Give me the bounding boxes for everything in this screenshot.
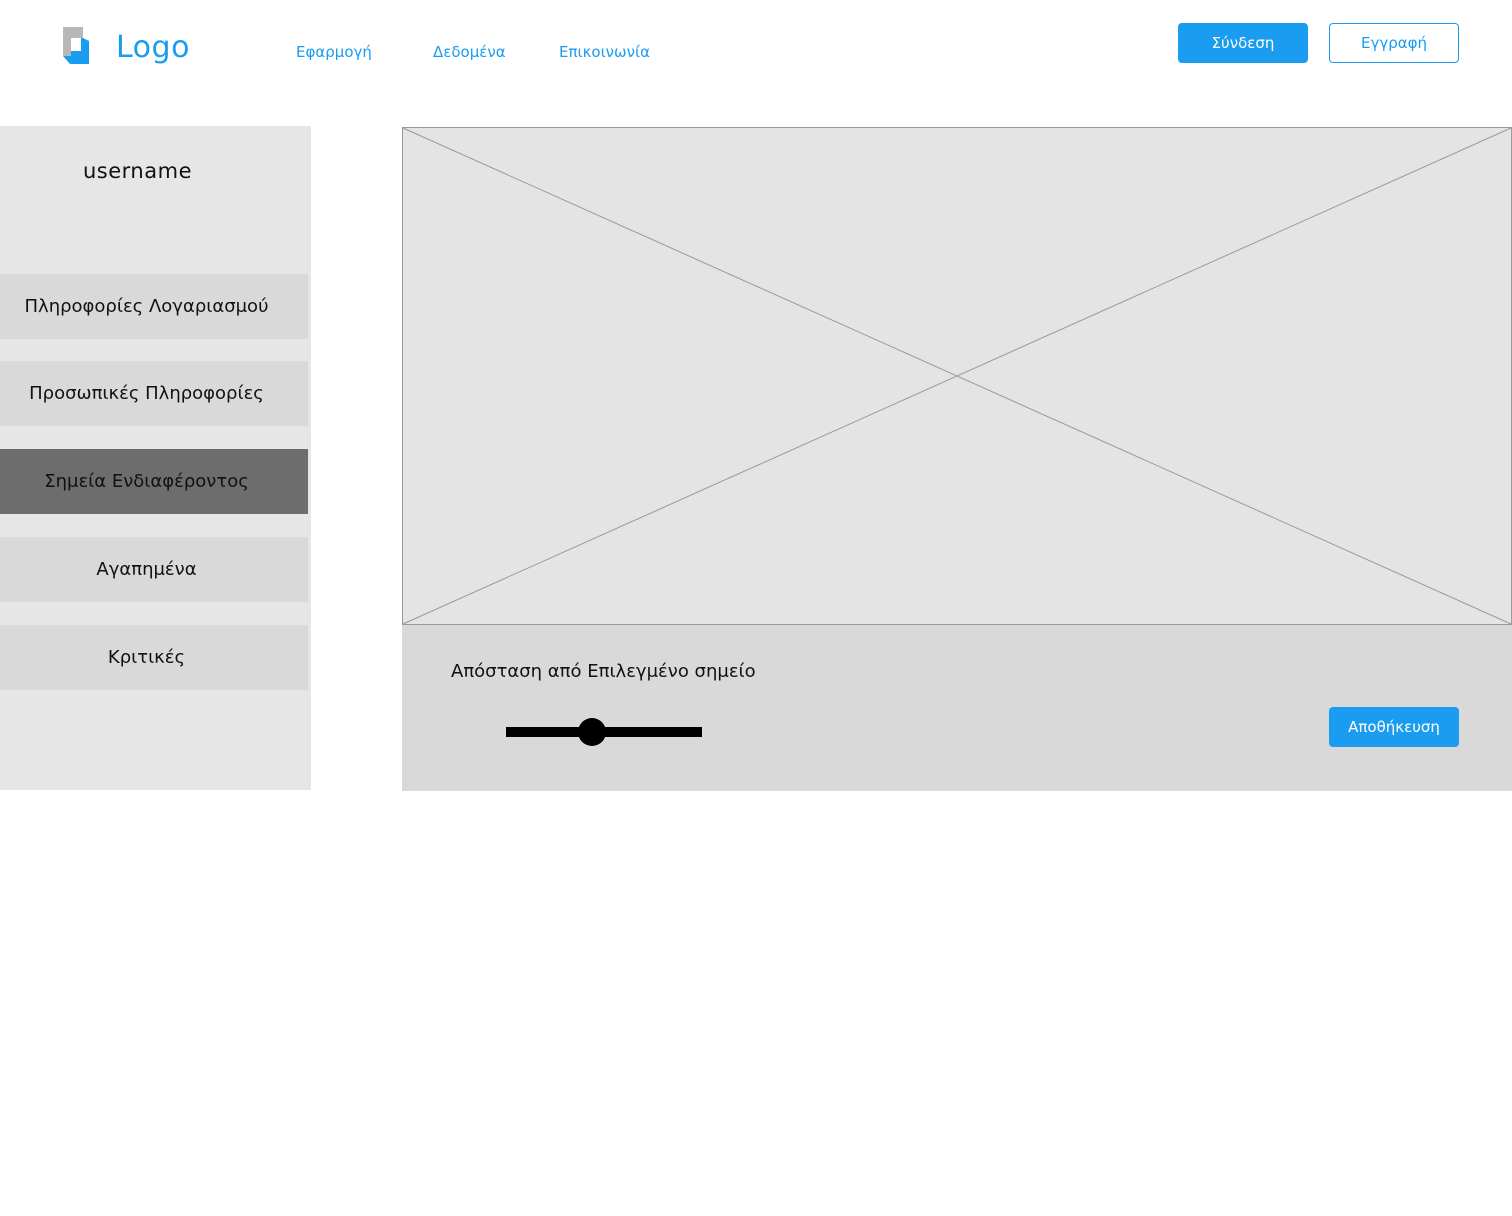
distance-slider[interactable]	[506, 717, 702, 747]
sidebar-item-label: Αγαπημένα	[96, 559, 197, 580]
sidebar-item-label: Πληροφορίες Λογαριασμού	[24, 296, 269, 317]
sidebar-item-points-of-interest[interactable]: Σημεία Ενδιαφέροντος	[0, 449, 308, 514]
sidebar-item-favorites[interactable]: Αγαπημένα	[0, 537, 308, 602]
logo-text[interactable]: Logo	[116, 28, 190, 68]
map-placeholder[interactable]	[402, 127, 1512, 625]
nav-link-application[interactable]: Εφαρμογή	[296, 42, 372, 62]
sidebar-item-label: Κριτικές	[107, 647, 186, 668]
sidebar-item-reviews[interactable]: Κριτικές	[0, 625, 308, 690]
logo-icon[interactable]	[61, 26, 91, 66]
register-button[interactable]: Εγγραφή	[1329, 23, 1459, 63]
slider-thumb[interactable]	[578, 718, 607, 746]
sidebar-item-label: Προσωπικές Πληροφορίες	[29, 383, 264, 404]
profile-sidebar: username Πληροφορίες Λογαριασμού Προσωπι…	[0, 126, 311, 790]
login-button[interactable]: Σύνδεση	[1178, 23, 1308, 63]
distance-label: Απόσταση από Επιλεγμένο σημείο	[451, 661, 756, 682]
sidebar-item-personal-info[interactable]: Προσωπικές Πληροφορίες	[0, 361, 308, 426]
distance-panel: Απόσταση από Επιλεγμένο σημείο Αποθήκευσ…	[402, 625, 1512, 791]
save-button[interactable]: Αποθήκευση	[1329, 707, 1459, 747]
nav-link-data[interactable]: Δεδομένα	[433, 42, 506, 62]
sidebar-item-account-info[interactable]: Πληροφορίες Λογαριασμού	[0, 274, 308, 339]
image-placeholder-icon	[402, 127, 1512, 625]
nav-link-contact[interactable]: Επικοινωνία	[559, 42, 650, 62]
sidebar-item-label: Σημεία Ενδιαφέροντος	[44, 471, 249, 492]
username-label: username	[83, 159, 192, 183]
